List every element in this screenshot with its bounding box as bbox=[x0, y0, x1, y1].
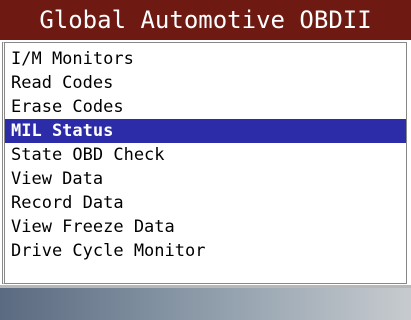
menu-frame: I/M Monitors Read Codes Erase Codes MIL … bbox=[2, 42, 407, 284]
menu-item-read-codes[interactable]: Read Codes bbox=[5, 71, 406, 95]
menu-item-mil-status[interactable]: MIL Status bbox=[5, 119, 406, 143]
menu-list: I/M Monitors Read Codes Erase Codes MIL … bbox=[5, 47, 406, 263]
menu-item-view-freeze-data[interactable]: View Freeze Data bbox=[5, 215, 406, 239]
menu-item-state-obd-check[interactable]: State OBD Check bbox=[5, 143, 406, 167]
menu-item-record-data[interactable]: Record Data bbox=[5, 191, 406, 215]
menu-item-view-data[interactable]: View Data bbox=[5, 167, 406, 191]
menu-item-erase-codes[interactable]: Erase Codes bbox=[5, 95, 406, 119]
menu-item-im-monitors[interactable]: I/M Monitors bbox=[5, 47, 406, 71]
menu-item-drive-cycle-monitor[interactable]: Drive Cycle Monitor bbox=[5, 239, 406, 263]
scan-tool-screen: Global Automotive OBDII I/M Monitors Rea… bbox=[0, 0, 411, 320]
status-bar bbox=[0, 288, 411, 320]
screen-title: Global Automotive OBDII bbox=[0, 0, 411, 40]
